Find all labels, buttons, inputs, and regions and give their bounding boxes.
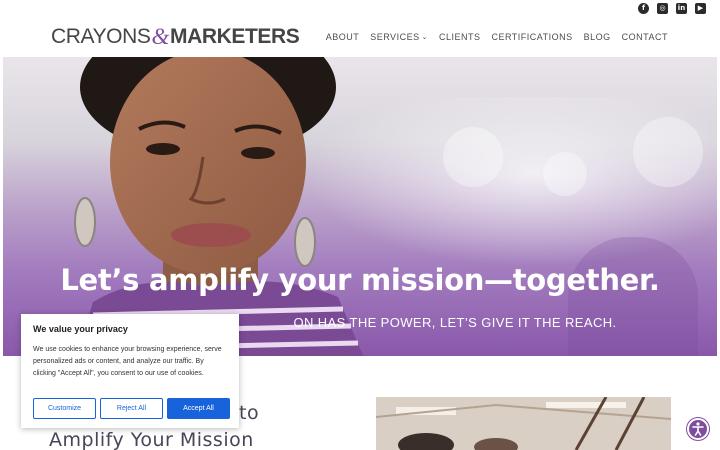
section-photo	[376, 397, 671, 450]
cookie-banner-title: We value your privacy	[33, 324, 128, 334]
reject-all-button[interactable]: Reject All	[100, 398, 163, 419]
linkedin-icon[interactable]: in	[676, 3, 687, 14]
hero-bokeh-light	[633, 117, 703, 187]
nav-contact[interactable]: CONTACT	[622, 31, 668, 43]
nav-blog[interactable]: BLOG	[584, 31, 611, 43]
accessibility-button[interactable]	[687, 418, 709, 440]
nav-services[interactable]: SERVICES ⌄	[370, 31, 428, 43]
cookie-consent-banner: We value your privacy We use cookies to …	[21, 314, 239, 428]
social-links: f ◎ in ▶	[638, 3, 706, 14]
nav-certifications[interactable]: CERTIFICATIONS	[491, 31, 572, 43]
nav-services-label: SERVICES	[370, 32, 420, 42]
cookie-banner-actions: Customize Reject All Accept All	[33, 398, 230, 419]
hero-woman-photo	[74, 57, 364, 356]
nav-about[interactable]: ABOUT	[326, 31, 360, 43]
hero-title: Let’s amplify your mission—together.	[60, 263, 660, 297]
hero-banner: Let’s amplify your mission—together. ON …	[3, 57, 717, 356]
customize-button[interactable]: Customize	[33, 398, 96, 419]
logo-ampersand: &	[151, 24, 170, 49]
section-heading-line2: Amplify Your Mission	[49, 429, 254, 450]
facebook-icon[interactable]: f	[638, 3, 649, 14]
main-nav: ABOUT SERVICES ⌄ CLIENTS CERTIFICATIONS …	[326, 31, 668, 43]
hero-bokeh-light	[443, 127, 503, 187]
accessibility-icon	[692, 422, 704, 436]
cookie-banner-text: We use cookies to enhance your browsing …	[33, 346, 222, 377]
nav-clients[interactable]: CLIENTS	[439, 31, 481, 43]
logo-text-crayons: CRAYONS	[51, 25, 151, 48]
accept-all-button[interactable]: Accept All	[167, 398, 230, 419]
chevron-down-icon: ⌄	[421, 33, 428, 41]
section-photo-image	[376, 397, 671, 450]
instagram-icon[interactable]: ◎	[657, 3, 668, 14]
youtube-icon[interactable]: ▶	[695, 3, 706, 14]
logo-text-marketers: MARKETERS	[170, 25, 300, 48]
site-logo[interactable]: CRAYONS & MARKETERS	[51, 24, 300, 49]
hero-bokeh-light	[543, 152, 587, 196]
